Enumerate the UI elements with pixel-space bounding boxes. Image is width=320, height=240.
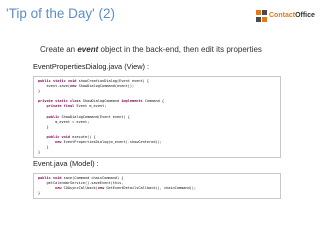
contact-office-logo: ContactOffice [256, 9, 315, 25]
logo-text-office: Office [295, 12, 315, 19]
code-model: public void save(Command chainCommand) {… [38, 176, 197, 196]
subtitle-emphasis: event [77, 45, 99, 54]
logo-mark-icon [256, 10, 267, 23]
section-label-view: EventPropertiesDialog.java (View) : [33, 62, 150, 71]
logo-text-contact: Contact [269, 12, 296, 19]
subtitle-post: object in the back-end, then edit its pr… [98, 45, 262, 54]
logo-text: ContactOffice [269, 12, 315, 19]
slide-title: 'Tip of the Day' (2) [6, 6, 115, 21]
code-view: public static void showCreationDialog(Ev… [38, 79, 165, 155]
section-label-model: Event.java (Model) : [33, 159, 99, 168]
subtitle-pre: Create an [40, 45, 78, 54]
code-snippet-model: public void save(Command chainCommand) {… [33, 173, 281, 200]
slide-subtitle: Create an event object in the back-end, … [40, 45, 262, 54]
code-snippet-view: public static void showCreationDialog(Ev… [33, 76, 281, 159]
